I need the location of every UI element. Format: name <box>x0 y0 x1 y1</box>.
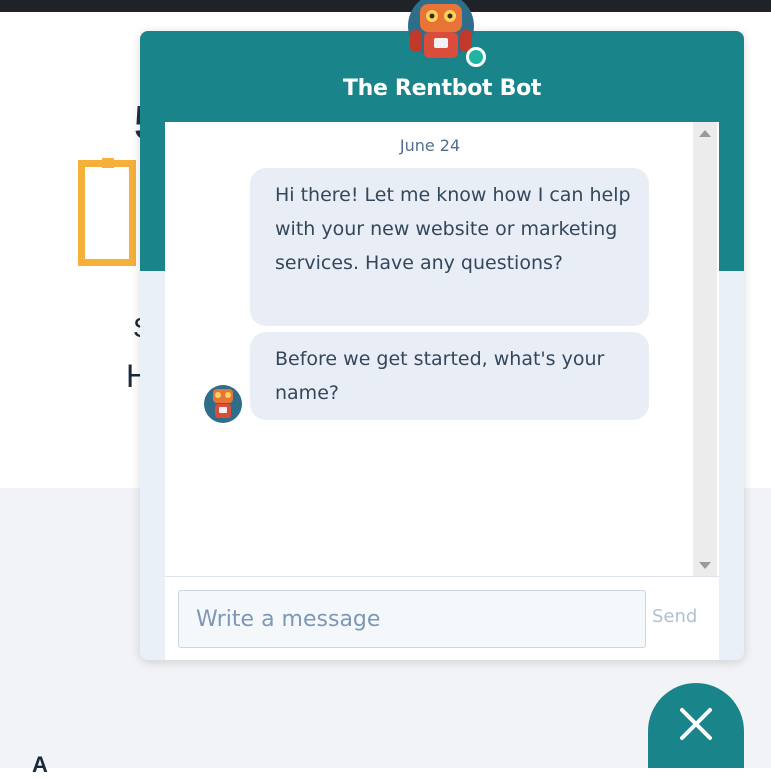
bot-message-bubble: Hi there! Let me know how I can help wit… <box>250 168 649 326</box>
message-input[interactable] <box>178 590 646 648</box>
page-logo-glyph <box>78 160 136 266</box>
robot-avatar-icon <box>204 385 242 423</box>
message-scrollbar[interactable] <box>693 122 717 576</box>
close-chat-button[interactable] <box>648 683 744 768</box>
page-logo-glyph-dot <box>102 158 114 168</box>
conversation-date: June 24 <box>399 136 461 155</box>
chat-title: The Rentbot Bot <box>342 76 542 101</box>
page-text-fragment: A <box>32 752 48 777</box>
send-button[interactable]: Send <box>652 606 712 627</box>
composer-divider <box>165 576 719 577</box>
bot-message-bubble: Before we get started, what's your name? <box>250 332 649 420</box>
online-status-dot <box>466 47 486 67</box>
close-icon <box>680 708 712 740</box>
browser-top-bar <box>0 0 771 12</box>
scroll-up-arrow-icon[interactable] <box>699 130 711 137</box>
scroll-down-arrow-icon[interactable] <box>699 562 711 569</box>
